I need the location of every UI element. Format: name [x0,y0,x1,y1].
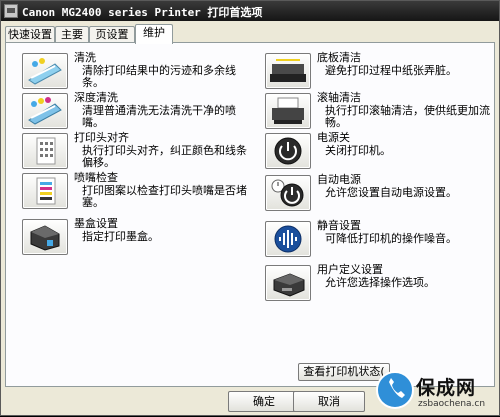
bottom-plate-cleaning-icon [270,59,306,82]
ink-cartridge-desc: 指定打印墨盒。 [82,230,159,243]
quiet-settings-icon [274,225,302,253]
deep-cleaning-desc: 清理普通清洗无法清洗干净的喷嘴。 [82,104,236,129]
nozzle-check-desc: 打印图案以检查打印头喷嘴是否堵塞。 [82,184,247,209]
auto-power-icon [271,179,304,207]
roller-cleaning-button[interactable] [265,93,311,129]
cancel-button[interactable]: 取消 [293,391,365,412]
power-off-button[interactable] [265,133,311,169]
roller-cleaning-icon [272,97,304,124]
maintenance-panel: 清洗 清除打印结果中的污迹和多余线条。 深度清洗 清理普通清洗无法清洗干净的喷嘴… [5,42,495,387]
power-off-desc: 关闭打印机。 [325,144,391,157]
quiet-settings-item: 静音设置 可降低打印机的操作噪音。 [265,219,485,257]
custom-settings-item: 用户定义设置 允许您选择操作选项。 [265,263,485,301]
site-watermark: 保成网 zsbaochena.cn [376,371,500,417]
print-head-alignment-button[interactable] [22,133,68,169]
nozzle-check-button[interactable] [22,173,68,209]
bottom-plate-cleaning-label: 底板清洁 [317,51,361,64]
nozzle-check-label: 喷嘴检查 [74,171,118,184]
auto-power-desc: 允许您设置自动电源设置。 [325,186,457,199]
deep-cleaning-icon [28,97,62,125]
custom-settings-button[interactable] [265,265,311,301]
ok-button[interactable]: 确定 [228,391,300,412]
tab-main[interactable]: 主要 [55,26,89,43]
auto-power-item: 自动电源 允许您设置自动电源设置。 [265,173,485,211]
auto-power-label: 自动电源 [317,173,361,186]
cleaning-item: 清洗 清除打印结果中的污迹和多余线条。 [22,51,242,89]
deep-cleaning-item: 深度清洗 清理普通清洗无法清洗干净的喷嘴。 [22,91,242,129]
deep-cleaning-button[interactable] [22,93,68,129]
watermark-logo-icon [376,371,414,409]
title-bar[interactable]: Canon MG2400 series Printer 打印首选项 [1,1,499,21]
printer-preferences-window: Canon MG2400 series Printer 打印首选项 快速设置 主… [0,0,500,416]
custom-settings-icon [273,273,305,297]
power-off-label: 电源关 [317,131,350,144]
power-off-item: 电源关 关闭打印机。 [265,131,485,169]
ink-cartridge-label: 墨盒设置 [74,217,118,230]
quiet-settings-button[interactable] [265,221,311,257]
bottom-plate-cleaning-item: 底板清洁 避免打印过程中纸张弄脏。 [265,51,490,89]
quiet-settings-label: 静音设置 [317,219,361,232]
deep-cleaning-label: 深度清洗 [74,91,118,104]
bottom-plate-cleaning-desc: 避免打印过程中纸张弄脏。 [325,64,457,77]
custom-settings-desc: 允许您选择操作选项。 [325,276,435,289]
ink-cartridge-item: 墨盒设置 指定打印墨盒。 [22,217,242,255]
roller-cleaning-item: 滚轴清洁 执行打印滚轴清洁，使供纸更加流畅。 [265,91,493,129]
nozzle-check-icon [36,177,56,205]
window-title: Canon MG2400 series Printer 打印首选项 [22,6,263,19]
print-head-alignment-icon [36,137,56,165]
cleaning-desc: 清除打印结果中的污迹和多余线条。 [82,64,236,89]
ink-cartridge-button[interactable] [22,219,68,255]
cleaning-button[interactable] [22,53,68,89]
roller-cleaning-label: 滚轴清洁 [317,91,361,104]
roller-cleaning-desc: 执行打印滚轴清洁，使供纸更加流畅。 [325,104,490,129]
tab-quick-setup[interactable]: 快速设置 [5,26,55,43]
custom-settings-label: 用户定义设置 [317,263,383,276]
tab-maintenance[interactable]: 维护 [135,24,173,44]
auto-power-button[interactable] [265,175,311,211]
print-head-alignment-desc: 执行打印头对齐，纠正颜色和线条偏移。 [82,144,247,169]
print-head-alignment-label: 打印头对齐 [74,131,129,144]
watermark-url: zsbaochena.cn [418,399,486,409]
quiet-settings-desc: 可降低打印机的操作噪音。 [325,232,457,245]
cleaning-label: 清洗 [74,51,96,64]
printer-app-icon [4,4,18,18]
ink-cartridge-icon [30,225,60,251]
cleaning-icon [28,58,62,85]
print-head-alignment-item: 打印头对齐 执行打印头对齐，纠正颜色和线条偏移。 [22,131,247,169]
tab-page-setup[interactable]: 页设置 [89,26,135,43]
power-off-icon [274,137,302,165]
bottom-plate-cleaning-button[interactable] [265,53,311,89]
nozzle-check-item: 喷嘴检查 打印图案以检查打印头喷嘴是否堵塞。 [22,171,247,209]
watermark-brand: 保成网 [416,377,477,399]
